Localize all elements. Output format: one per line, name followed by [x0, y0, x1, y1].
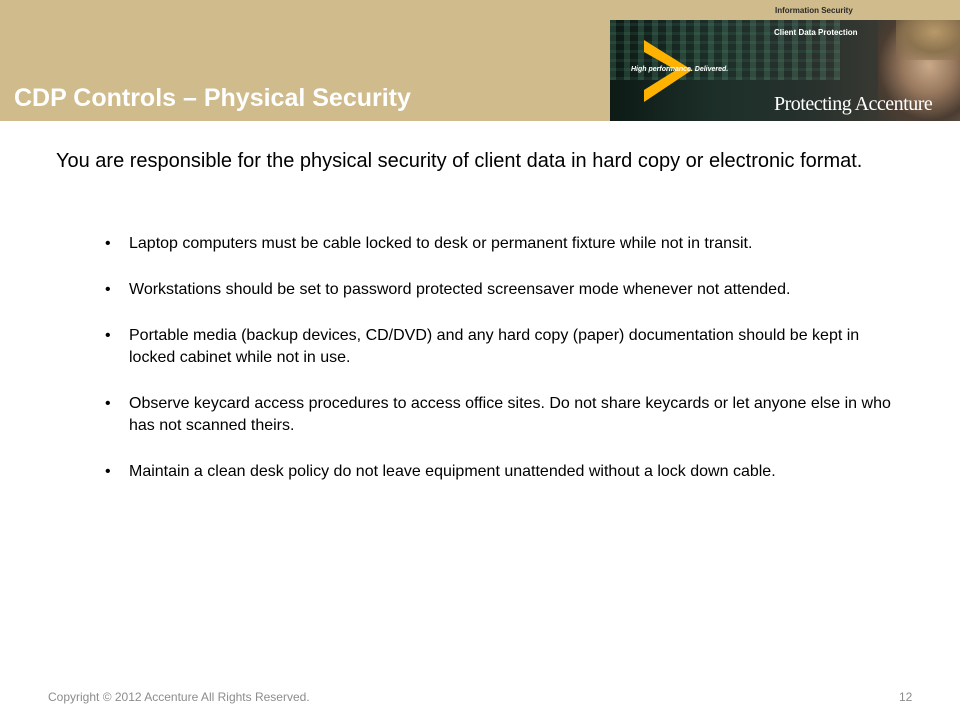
- banner-subheading: Client Data Protection: [774, 28, 858, 37]
- bullet-icon: •: [105, 235, 111, 252]
- bullet-icon: •: [105, 463, 111, 480]
- top-label: Information Security: [775, 6, 853, 15]
- bullet-icon: •: [105, 281, 111, 298]
- list-item: • Portable media (backup devices, CD/DVD)…: [105, 325, 905, 369]
- footer-copyright: Copyright © 2012 Accenture All Rights Re…: [48, 690, 310, 704]
- list-item: • Workstations should be set to password …: [105, 279, 905, 301]
- list-item: • Maintain a clean desk policy do not lea…: [105, 461, 905, 483]
- header-banner-image: High performance. Delivered. Client Data…: [610, 20, 960, 121]
- bullet-text: Observe keycard access procedures to acc…: [129, 395, 891, 434]
- bullet-text: Portable media (backup devices, CD/DVD) …: [129, 327, 860, 366]
- bullet-list: • Laptop computers must be cable locked t…: [105, 233, 905, 507]
- list-item: • Laptop computers must be cable locked t…: [105, 233, 905, 255]
- bullet-icon: •: [105, 395, 111, 412]
- page-number: 12: [899, 690, 913, 704]
- banner-protecting-text: Protecting Accenture: [774, 93, 933, 115]
- intro-text: You are responsible for the physical sec…: [56, 150, 863, 172]
- slide-title: CDP Controls – Physical Security: [14, 84, 411, 112]
- bullet-text: Maintain a clean desk policy do not leav…: [129, 463, 776, 480]
- bullet-text: Workstations should be set to password p…: [129, 281, 791, 298]
- bullet-icon: •: [105, 327, 111, 344]
- banner-tagline: High performance. Delivered.: [631, 66, 729, 73]
- list-item: • Observe keycard access procedures to ac…: [105, 393, 905, 437]
- portrait-hair: [896, 20, 960, 60]
- bullet-text: Laptop computers must be cable locked to…: [129, 235, 753, 252]
